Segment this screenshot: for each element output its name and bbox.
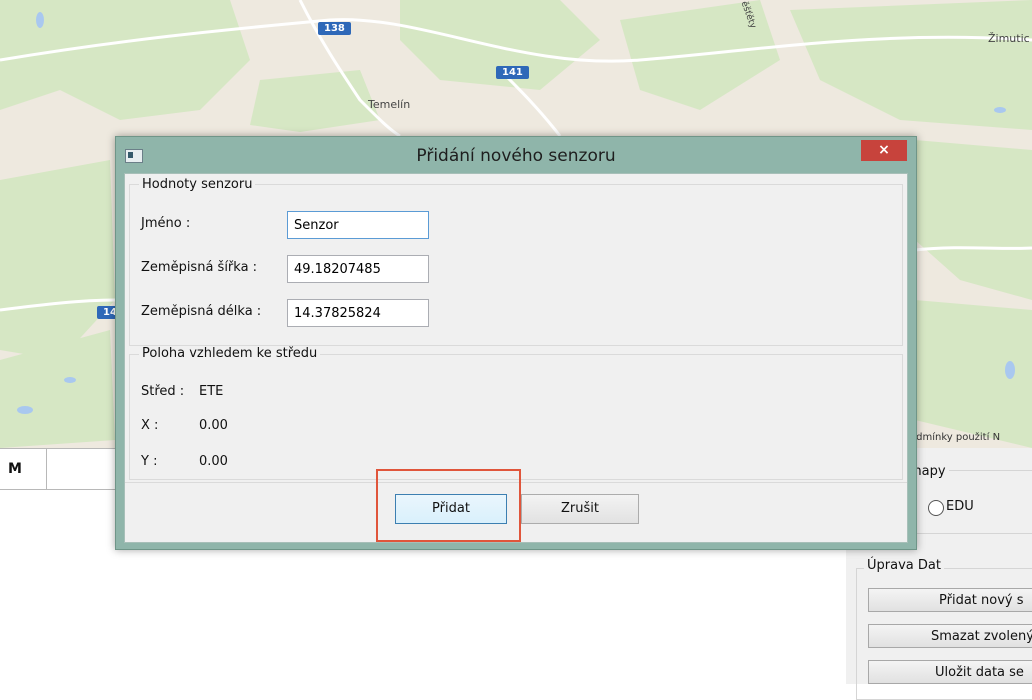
latitude-label: Zeměpisná šířka :: [141, 260, 258, 275]
save-data-button[interactable]: Uložit data se: [868, 660, 1032, 684]
radio-edu[interactable]: [928, 500, 944, 516]
longitude-label: Zeměpisná délka :: [141, 304, 262, 319]
delete-selected-button[interactable]: Smazat zvolený: [868, 624, 1032, 648]
add-new-sensor-button[interactable]: Přidat nový s: [868, 588, 1032, 612]
dialog-title: Přidání nového senzoru: [416, 146, 616, 166]
place-label-temelin: Temelín: [368, 98, 411, 111]
name-label: Jméno :: [141, 216, 191, 231]
y-value: 0.00: [199, 454, 228, 469]
center-value: ETE: [199, 384, 224, 399]
latitude-input[interactable]: [287, 255, 429, 283]
close-button[interactable]: ×: [861, 140, 907, 161]
position-legend: Poloha vzhledem ke středu: [139, 346, 321, 361]
grid-cell-text: M: [8, 461, 22, 477]
road-shield-138: 138: [318, 22, 351, 35]
highlight-box: [376, 469, 521, 542]
road-shield-141: 141: [496, 66, 529, 79]
dialog-titlebar[interactable]: Přidání nového senzoru ×: [116, 137, 916, 173]
center-label: Střed :: [141, 384, 185, 399]
x-label: X :: [141, 418, 159, 433]
longitude-input[interactable]: [287, 299, 429, 327]
y-label: Y :: [141, 454, 158, 469]
position-group: [129, 354, 903, 480]
data-edit-group-title: Úprava Dat: [864, 558, 944, 573]
sensor-values-legend: Hodnoty senzoru: [139, 177, 256, 192]
radio-edu-label[interactable]: EDU: [946, 499, 974, 514]
map-terms-link[interactable]: odmínky použití N: [910, 432, 1000, 443]
place-label-zimutice: Žimutic: [988, 32, 1030, 45]
grid-column-divider: [46, 449, 47, 489]
x-value: 0.00: [199, 418, 228, 433]
cancel-button[interactable]: Zrušit: [521, 494, 639, 524]
name-input[interactable]: [287, 211, 429, 239]
